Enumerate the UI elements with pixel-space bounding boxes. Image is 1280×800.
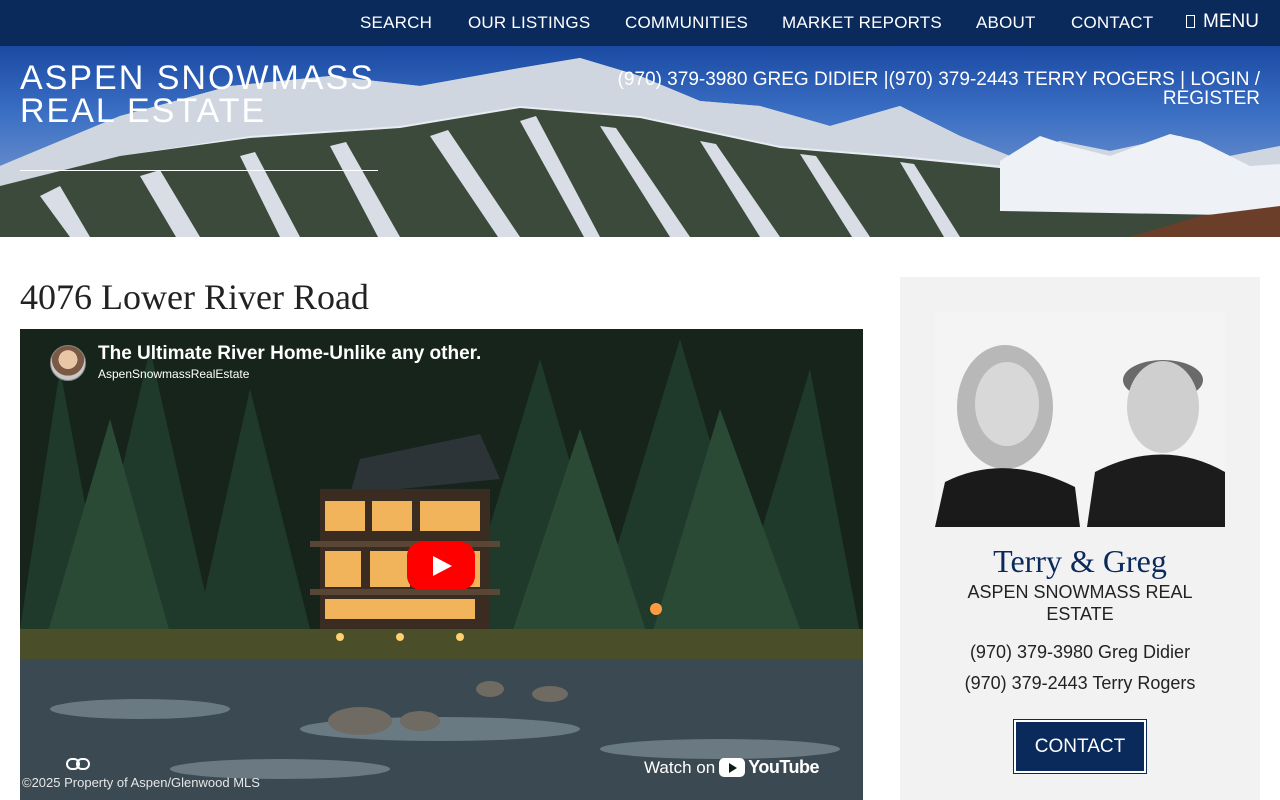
menu-button[interactable]: MENU <box>1186 11 1259 33</box>
agents-photo <box>935 312 1225 527</box>
youtube-label: YouTube <box>748 757 820 777</box>
nav-contact[interactable]: CONTACT <box>1071 13 1153 33</box>
header-phone-terry[interactable]: (970) 379-2443 TERRY ROGERS <box>889 69 1175 90</box>
nav-market-reports[interactable]: MARKET REPORTS <box>782 13 942 33</box>
menu-icon <box>1186 15 1195 28</box>
menu-label: MENU <box>1203 11 1259 32</box>
page-title: 4076 Lower River Road <box>20 277 369 317</box>
nav-our-listings[interactable]: OUR LISTINGS <box>468 13 590 33</box>
youtube-icon <box>719 758 746 777</box>
header-separator: | <box>1180 69 1186 90</box>
contact-button[interactable]: CONTACT <box>1014 720 1146 773</box>
mls-copyright: ©2025 Property of Aspen/Glenwood MLS <box>22 775 260 790</box>
watch-on-youtube-link[interactable]: Watch on YouTube <box>644 757 820 778</box>
play-icon[interactable] <box>407 542 475 590</box>
header-slash: / <box>1254 69 1260 90</box>
header-phone-greg[interactable]: (970) 379-3980 GREG DIDIER <box>618 69 879 90</box>
channel-avatar[interactable] <box>50 345 86 381</box>
agent-names: Terry & Greg <box>993 543 1167 579</box>
agent-phone-greg[interactable]: (970) 379-3980 Greg Didier <box>900 642 1260 663</box>
nav-about[interactable]: ABOUT <box>976 13 1036 33</box>
agent-card: Terry & Greg ASPEN SNOWMASS REAL ESTATE … <box>900 277 1260 800</box>
register-link[interactable]: REGISTER <box>1163 88 1260 109</box>
video-title[interactable]: The Ultimate River Home-Unlike any other… <box>98 343 481 365</box>
brand-underline <box>20 170 378 171</box>
agent-phone-terry[interactable]: (970) 379-2443 Terry Rogers <box>900 673 1260 694</box>
top-nav: SEARCH OUR LISTINGS COMMUNITIES MARKET R… <box>0 0 1280 46</box>
header-contacts: (970) 379-3980 GREG DIDIER |(970) 379-24… <box>560 70 1260 108</box>
nav-communities[interactable]: COMMUNITIES <box>625 13 748 33</box>
video-player[interactable]: The Ultimate River Home-Unlike any other… <box>20 329 863 800</box>
link-icon <box>66 758 90 770</box>
youtube-logo: YouTube <box>719 757 820 778</box>
brand-logo[interactable]: ASPEN SNOWMASS REAL ESTATE <box>20 61 380 128</box>
agent-company: ASPEN SNOWMASS REAL ESTATE <box>967 582 1193 624</box>
agents-photo-image <box>935 312 1225 527</box>
hero-banner: ASPEN SNOWMASS REAL ESTATE (970) 379-398… <box>0 46 1280 237</box>
video-channel[interactable]: AspenSnowmassRealEstate <box>98 367 249 381</box>
nav-search[interactable]: SEARCH <box>360 13 432 33</box>
watch-on-label: Watch on <box>644 757 716 777</box>
login-link[interactable]: LOGIN <box>1190 69 1249 90</box>
